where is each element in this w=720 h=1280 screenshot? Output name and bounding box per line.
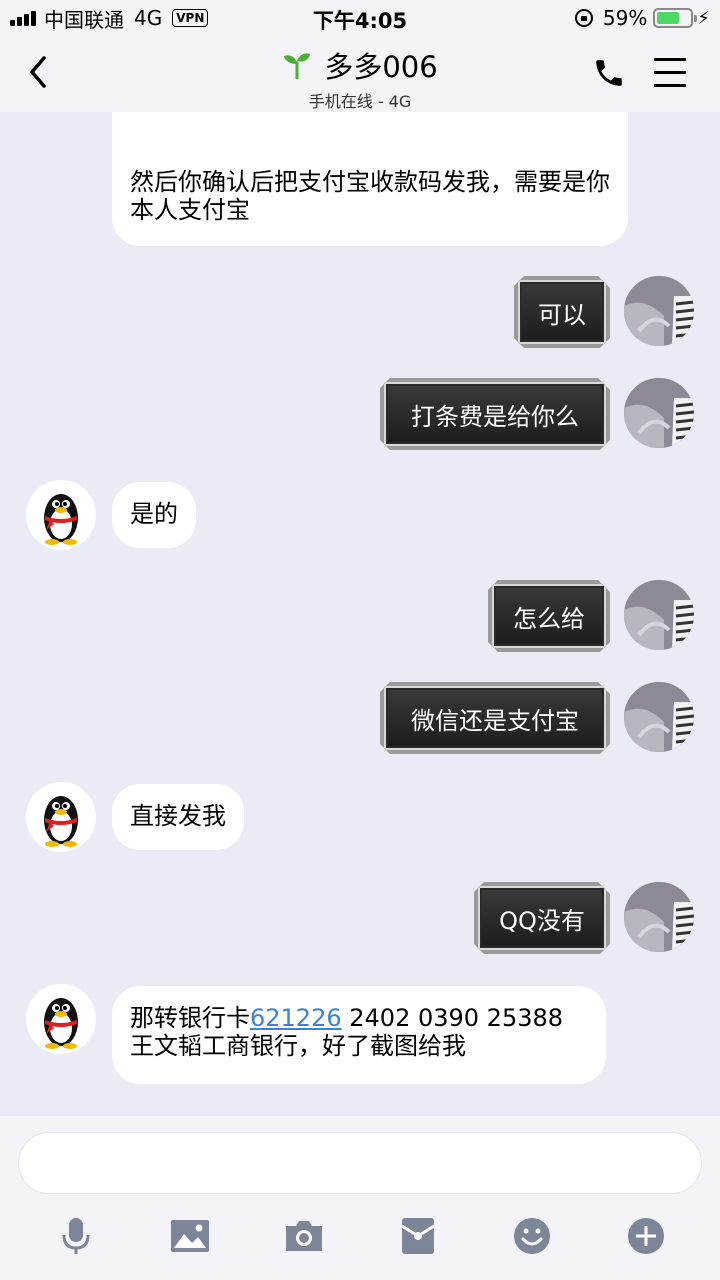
user-photo-icon	[624, 378, 694, 448]
message-bubble-incoming[interactable]: 直接发我	[112, 784, 244, 850]
phone-icon	[596, 60, 622, 86]
microphone-icon	[62, 1218, 90, 1254]
message-input[interactable]	[18, 1132, 702, 1194]
voice-button[interactable]	[56, 1216, 96, 1256]
rotation-lock-icon	[574, 9, 593, 27]
message-list[interactable]: 然后你确认后把支付宝收款码发我，需要是你本人支付宝 可以 打条费是给你么 是的 …	[0, 112, 720, 1116]
chat-header: 多多006 手机在线 - 4G	[0, 36, 720, 112]
message-bubble-outgoing[interactable]: 可以	[514, 276, 610, 348]
emoji-button[interactable]	[512, 1216, 552, 1256]
message-text: 那转银行卡	[130, 1004, 250, 1032]
image-button[interactable]	[170, 1216, 210, 1256]
message-text: 然后你确认后把支付宝收款码发我，需要是你本人支付宝	[130, 168, 610, 224]
avatar-self[interactable]	[624, 378, 694, 448]
emoji-icon	[514, 1218, 550, 1254]
call-button[interactable]	[592, 56, 626, 90]
qq-penguin-icon	[44, 796, 78, 847]
user-photo-icon	[624, 580, 694, 650]
message-text: 是的	[130, 500, 178, 528]
battery-percent: 59%	[602, 6, 648, 30]
message-bubble-incoming[interactable]: 那转银行卡621226 2402 0390 25388 王文韬工商银行，好了截图…	[112, 986, 606, 1084]
message-text-line-1: 那转银行卡621226 2402 0390 25388	[130, 1004, 588, 1032]
message-text: 打条费是给你么	[411, 402, 579, 431]
avatar-self[interactable]	[624, 276, 694, 346]
message-bubble-incoming[interactable]: 是的	[112, 482, 196, 548]
chat-subtitle: 手机在线 - 4G	[308, 92, 412, 111]
plus-icon	[628, 1218, 664, 1254]
message-bubble-incoming[interactable]: 然后你确认后把支付宝收款码发我，需要是你本人支付宝	[112, 112, 628, 246]
sprout-icon	[284, 53, 311, 79]
avatar-self[interactable]	[624, 682, 694, 752]
user-photo-icon	[624, 276, 694, 346]
battery-icon	[653, 8, 698, 28]
message-text: 怎么给	[513, 604, 585, 633]
message-text: 可以	[538, 300, 586, 329]
avatar-self[interactable]	[624, 580, 694, 650]
message-text: 微信还是支付宝	[411, 706, 579, 735]
card-number-link[interactable]: 621226	[250, 1004, 342, 1032]
message-bubble-outgoing[interactable]: 怎么给	[488, 580, 610, 652]
hamburger-icon	[654, 58, 686, 87]
camera-button[interactable]	[284, 1216, 324, 1256]
more-button[interactable]	[626, 1216, 666, 1256]
avatar-contact[interactable]	[26, 782, 96, 852]
user-photo-icon	[624, 682, 694, 752]
message-bubble-outgoing[interactable]: 打条费是给你么	[380, 378, 610, 450]
avatar-self[interactable]	[624, 882, 694, 952]
chat-title: 多多006	[324, 50, 438, 84]
avatar-contact[interactable]	[26, 984, 96, 1054]
red-packet-icon	[401, 1218, 435, 1254]
message-text: 2402 0390 25388	[341, 1004, 564, 1032]
battery-level	[657, 12, 679, 24]
message-text: 直接发我	[130, 802, 226, 830]
menu-button[interactable]	[654, 58, 686, 88]
qq-penguin-icon	[44, 998, 78, 1049]
user-photo-icon	[624, 882, 694, 952]
qq-penguin-icon	[44, 494, 78, 545]
message-text-line-2: 王文韬工商银行，好了截图给我	[130, 1032, 466, 1060]
status-right: 59% ⚡	[574, 6, 710, 30]
red-packet-button[interactable]	[398, 1216, 438, 1256]
status-bar: 中国联通 4G VPN 下午4:05 59% ⚡	[0, 0, 720, 36]
message-bubble-outgoing[interactable]: QQ没有	[474, 882, 610, 954]
image-icon	[171, 1220, 209, 1252]
message-text: QQ没有	[499, 906, 585, 935]
charging-icon: ⚡	[697, 7, 710, 29]
input-area	[0, 1116, 720, 1280]
message-bubble-outgoing[interactable]: 微信还是支付宝	[380, 682, 610, 754]
avatar-contact[interactable]	[26, 480, 96, 550]
camera-icon	[286, 1221, 322, 1251]
